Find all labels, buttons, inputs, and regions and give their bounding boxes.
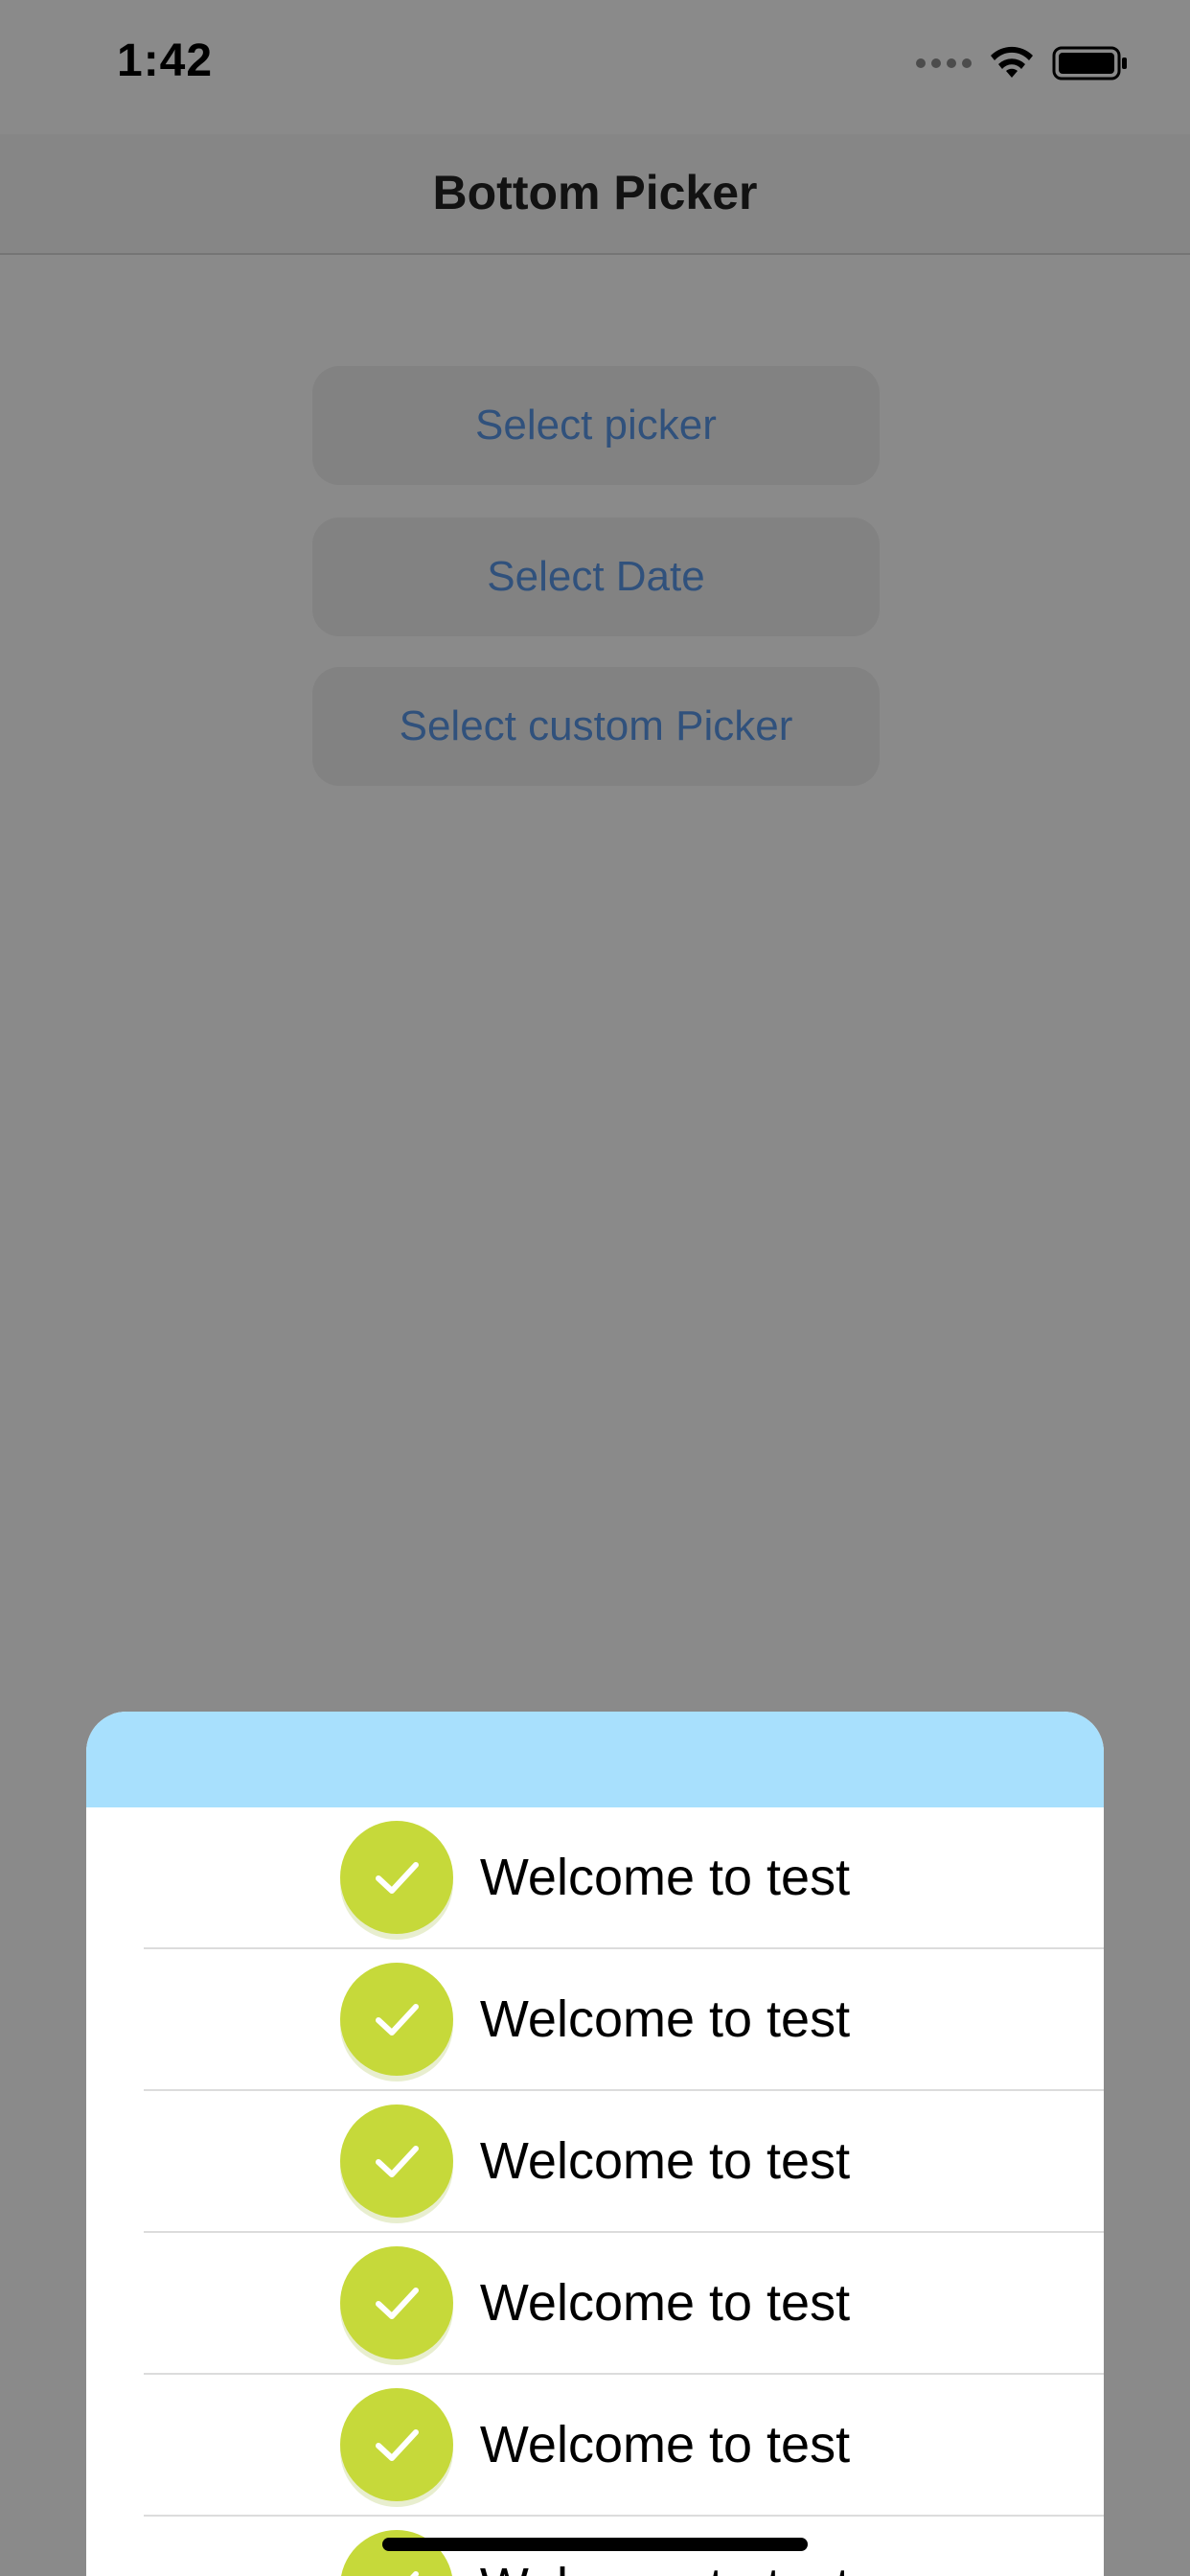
sheet-header [86,1712,1104,1807]
picker-list[interactable]: Welcome to test Welcome to test Welcome … [86,1807,1104,2576]
list-item[interactable]: Welcome to test [144,1807,1104,1949]
list-item-label: Welcome to test [479,2132,851,2190]
list-item[interactable]: Welcome to test [144,2233,1104,2375]
checkmark-icon [339,1963,453,2076]
checkmark-icon [339,1821,453,1934]
bottom-sheet: Welcome to test Welcome to test Welcome … [86,1712,1104,2576]
list-item[interactable]: Welcome to test [144,2091,1104,2233]
list-item-label: Welcome to test [479,1849,851,1906]
checkmark-icon [339,2388,453,2501]
checkmark-icon [339,2246,453,2359]
list-item-label: Welcome to test [479,2416,851,2473]
home-indicator[interactable] [382,2538,808,2551]
list-item-label: Welcome to test [479,2274,851,2332]
checkmark-icon [339,2104,453,2218]
list-item-label: Welcome to test [479,1990,851,2048]
list-item[interactable]: Welcome to test [144,1949,1104,2091]
list-item-label: Welcome to test [480,2557,850,2576]
list-item[interactable]: Welcome to test [144,2375,1104,2517]
